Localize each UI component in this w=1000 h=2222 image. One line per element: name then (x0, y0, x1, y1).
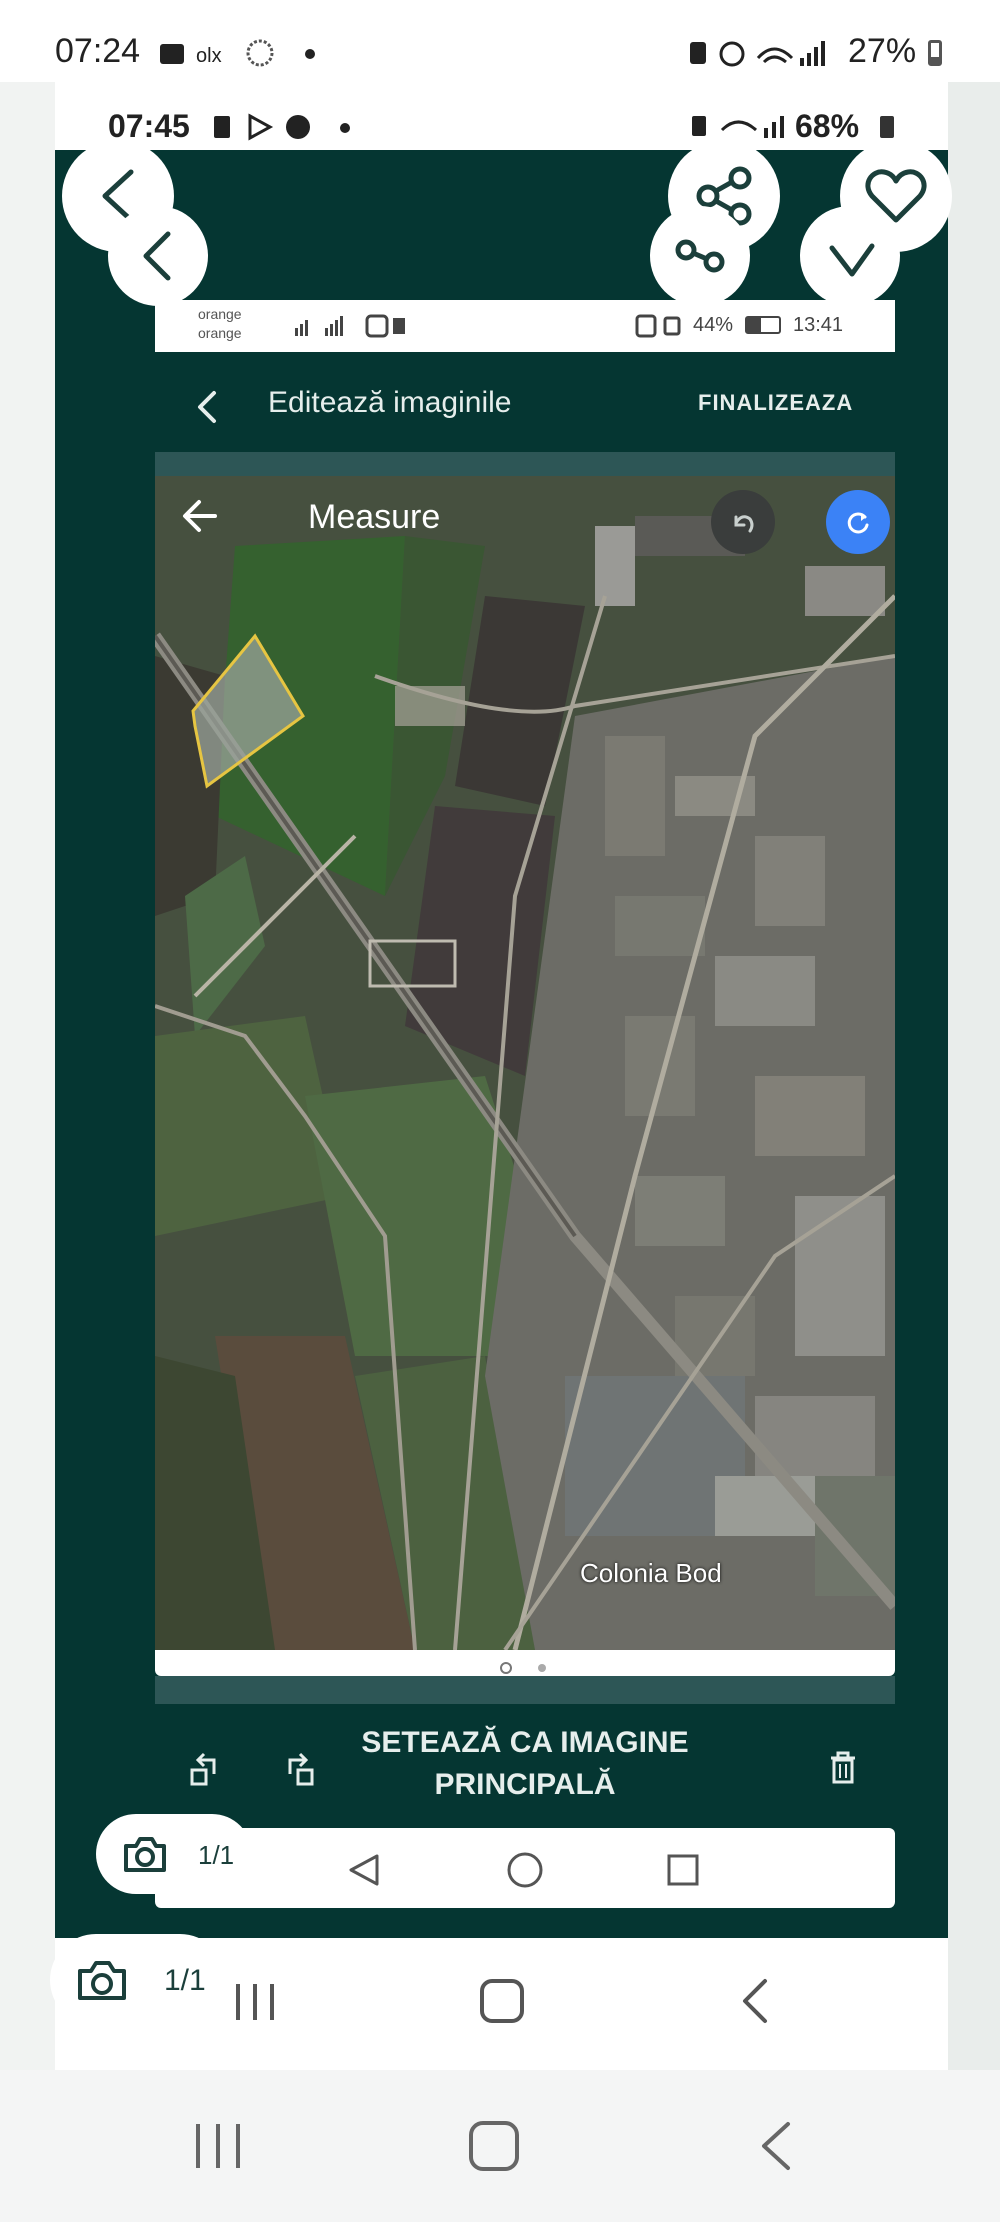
image-frame-top-strip (155, 452, 895, 476)
nav-home-icon[interactable] (505, 1850, 545, 1890)
photo-counter-pill-outer[interactable]: 1/1 (50, 1934, 226, 2026)
set-main-image-button[interactable]: SETEAZĂ CA IMAGINE PRINCIPALĂ (360, 1722, 690, 1806)
photo-counter-text-outer: 1/1 (164, 1964, 206, 1997)
inner-carrier-2: orange (198, 325, 242, 341)
refresh-icon (847, 512, 869, 534)
inner-nav-bar (155, 1828, 895, 1908)
image-bottom-strip (155, 1650, 895, 1676)
photo-counter-pill[interactable]: 1/1 (96, 1814, 252, 1894)
middle-nav-back-icon[interactable] (735, 1976, 775, 2026)
inner-signal-icons (295, 314, 405, 338)
notification-icons: olx (160, 39, 315, 67)
maps-back-button[interactable] (179, 496, 223, 536)
back-icon (143, 231, 171, 281)
outer-nav-bar (0, 2070, 1000, 2222)
outer-status-time: 07:24 (55, 32, 141, 70)
outer-nav-recents-icon[interactable] (190, 2118, 246, 2174)
svg-text:olx: olx (196, 45, 222, 67)
inner-battery-percent: 44% (693, 314, 734, 336)
delete-button[interactable] (826, 1748, 860, 1788)
inner-battery-icon (745, 316, 781, 334)
outer-nav-home-icon[interactable] (466, 2118, 522, 2174)
camera-icon (78, 1961, 126, 2000)
middle-nav-recents-icon[interactable] (230, 1976, 280, 2026)
middle-status-icons (210, 112, 360, 142)
undo-icon (734, 515, 754, 533)
undo-button[interactable] (711, 490, 775, 554)
middle-status-battery: 68% (795, 108, 860, 144)
outer-status-icons: olx (160, 38, 330, 68)
share-button-secondary[interactable] (650, 206, 750, 306)
finish-button[interactable]: FINALIZEAZA (698, 390, 853, 416)
image-frame-bottom-strip (155, 1676, 895, 1704)
outer-battery-icon (928, 40, 942, 66)
inner-carrier-1: orange (198, 306, 242, 322)
left-side-strip (0, 82, 55, 2070)
rotate-left-icon (190, 1752, 216, 1786)
share-icon (675, 239, 725, 273)
inner-nfc-icon (635, 314, 681, 338)
outer-nav-back-icon[interactable] (754, 2118, 798, 2174)
rotate-right-button[interactable] (278, 1748, 318, 1792)
satellite-map-image: Measure Colonia Bod (155, 476, 895, 1650)
heart-icon (829, 243, 875, 277)
trash-icon (831, 1751, 855, 1784)
photo-counter-text: 1/1 (198, 1840, 235, 1870)
set-main-label-line2: PRINCIPALĂ (434, 1768, 616, 1801)
page-dot-active (500, 1662, 512, 1674)
inner-status-time: 13:41 (793, 314, 844, 336)
rotate-right-icon (288, 1752, 314, 1786)
back-button-secondary[interactable] (108, 206, 208, 306)
rotate-left-button[interactable] (188, 1748, 228, 1792)
page-dot (538, 1664, 546, 1672)
map-graphic (155, 476, 895, 1650)
maps-title: Measure (308, 498, 441, 536)
back-arrow-icon (183, 500, 217, 532)
outer-status-battery: 27% (848, 32, 917, 70)
system-icons (690, 41, 825, 67)
set-main-label-line1: SETEAZĂ CA IMAGINE (361, 1726, 689, 1759)
middle-battery-icon (880, 116, 894, 138)
camera-icon (124, 1837, 166, 1872)
inner-status-bar: orange orange 44% 13:41 (155, 300, 895, 352)
editor-back-button[interactable] (190, 385, 226, 429)
outer-status-right-icons (680, 36, 840, 70)
middle-status-right-icons (680, 110, 790, 142)
right-side-strip (948, 82, 1000, 2070)
refresh-button[interactable] (826, 490, 890, 554)
middle-nav-home-icon[interactable] (477, 1976, 527, 2026)
favorite-button-secondary[interactable] (800, 206, 900, 306)
editor-title: Editează imaginile (268, 386, 512, 419)
back-icon (198, 391, 216, 423)
nav-back-icon[interactable] (347, 1852, 381, 1888)
nav-recents-icon[interactable] (665, 1852, 701, 1888)
map-place-label: Colonia Bod (580, 1558, 722, 1588)
